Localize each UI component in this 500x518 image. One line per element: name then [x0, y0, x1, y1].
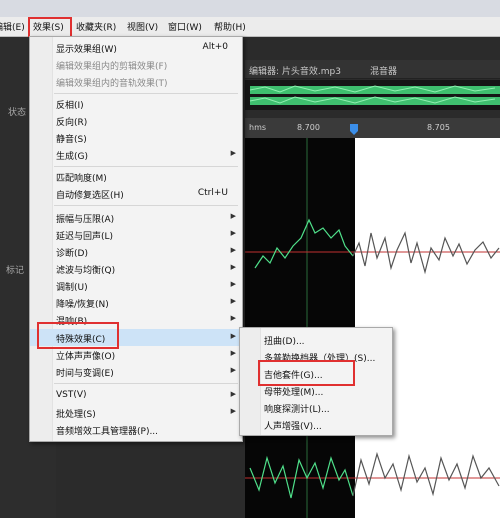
markers-label: 标记: [6, 266, 25, 276]
menu-help[interactable]: 帮助(H): [214, 20, 246, 33]
menu-item-label: 滤波与均衡(Q): [56, 266, 116, 276]
guitar-suite-highlight: [258, 360, 355, 386]
submenu-arrow-icon: ▶: [230, 407, 236, 415]
menu-item-label: 显示效果组(W): [56, 45, 117, 55]
special-effects-highlight: [37, 322, 119, 349]
menu-item-label: 反向(R): [56, 118, 88, 128]
menu-item-time-pitch[interactable]: 时间与变调(E) ▶: [30, 363, 242, 380]
menu-item-edit-track-effects: 编辑效果组内的音轨效果(T): [30, 73, 242, 90]
menu-item-show-effects-rack[interactable]: 显示效果组(W) Alt+0: [30, 39, 242, 56]
menu-item-label: 降噪/恢复(N): [56, 300, 109, 310]
menu-item-label: 响度探测计(L)...: [264, 405, 330, 415]
menu-bar: 编辑(E) 效果(S) 收藏夹(R) 视图(V) 窗口(W) 帮助(H): [0, 17, 500, 37]
submenu-arrow-icon: ▶: [230, 349, 236, 357]
menu-item-noise-reduction[interactable]: 降噪/恢复(N) ▶: [30, 294, 242, 311]
menu-item-label: 生成(G): [56, 152, 88, 162]
submenu-arrow-icon: ▶: [230, 280, 236, 288]
menu-item-batch[interactable]: 批处理(S) ▶: [30, 404, 242, 421]
menu-item-label: 反相(I): [56, 101, 84, 111]
menu-item-filter-eq[interactable]: 滤波与均衡(Q) ▶: [30, 260, 242, 277]
overview-waveform[interactable]: [245, 80, 500, 110]
menu-item-label: 匹配响度(M): [56, 174, 107, 184]
submenu-arrow-icon: ▶: [230, 390, 236, 398]
submenu-arrow-icon: ▶: [230, 297, 236, 305]
menu-item-label: 调制(U): [56, 283, 88, 293]
window-top-strip: [0, 0, 500, 18]
menu-item-label: 音频增效工具管理器(P)...: [56, 427, 159, 437]
submenu-arrow-icon: ▶: [230, 332, 236, 340]
menu-item-generate[interactable]: 生成(G) ▶: [30, 146, 242, 163]
menu-item-auto-heal[interactable]: 自动修复选区(H) Ctrl+U: [30, 185, 242, 202]
menu-item-label: 时间与变调(E): [56, 369, 114, 379]
menu-item-edit-clip-effects: 编辑效果组内的剪辑效果(F): [30, 56, 242, 73]
menu-window[interactable]: 窗口(W): [168, 20, 202, 33]
menu-view[interactable]: 视图(V): [127, 20, 158, 33]
overview-waveform-graphic: [249, 85, 500, 105]
menu-item-label: 批处理(S): [56, 410, 96, 420]
menu-item-label: 人声增强(V)...: [264, 422, 322, 432]
menu-item-match-loudness[interactable]: 匹配响度(M): [30, 168, 242, 185]
menu-item-plugin-manager[interactable]: 音频增效工具管理器(P)...: [30, 421, 242, 438]
menu-item-label: 振幅与压限(A): [56, 215, 115, 225]
menu-item-label: 立体声声像(O): [56, 352, 116, 362]
menu-item-label: 母带处理(M)...: [264, 388, 324, 398]
menu-item-label: VST(V): [56, 390, 87, 400]
menu-item-modulation[interactable]: 调制(U) ▶: [30, 277, 242, 294]
menu-item-amplitude[interactable]: 振幅与压限(A) ▶: [30, 209, 242, 226]
mixer-tab[interactable]: 混音器: [370, 64, 397, 77]
playhead-icon[interactable]: [245, 118, 500, 138]
submenu-arrow-icon: ▶: [230, 229, 236, 237]
menu-separator: [54, 93, 238, 94]
submenu-arrow-icon: ▶: [230, 314, 236, 322]
menu-item-label: 编辑效果组内的音轨效果(T): [56, 79, 168, 89]
submenu-arrow-icon: ▶: [230, 263, 236, 271]
submenu-item-vocal-enhancer[interactable]: 人声增强(V)...: [240, 416, 392, 433]
menu-edit[interactable]: 编辑(E): [0, 20, 25, 33]
menu-item-label: 自动修复选区(H): [56, 191, 124, 201]
menu-separator: [54, 166, 238, 167]
menu-item-label: 编辑效果组内的剪辑效果(F): [56, 62, 168, 72]
editor-tab[interactable]: 编辑器: 片头音效.mp3: [249, 64, 341, 77]
submenu-arrow-icon: ▶: [230, 149, 236, 157]
time-ruler[interactable]: hms 8.700 8.705: [245, 118, 500, 139]
menu-separator: [54, 383, 238, 384]
editor-header: 编辑器: 片头音效.mp3 混音器: [245, 60, 500, 79]
menu-item-delay-echo[interactable]: 延迟与回声(L) ▶: [30, 226, 242, 243]
menu-item-vst[interactable]: VST(V) ▶: [30, 387, 242, 404]
submenu-arrow-icon: ▶: [230, 366, 236, 374]
menu-item-shortcut: Alt+0: [202, 42, 228, 52]
menu-item-label: 延迟与回声(L): [56, 232, 114, 242]
submenu-item-loudness-radar[interactable]: 响度探测计(L)...: [240, 399, 392, 416]
menu-item-label: 扭曲(D)...: [264, 337, 305, 347]
status-label: 状态: [8, 108, 27, 118]
menu-separator: [54, 205, 238, 206]
menu-item-reverse[interactable]: 反向(R): [30, 112, 242, 129]
submenu-item-distortion[interactable]: 扭曲(D)...: [240, 331, 392, 348]
submenu-arrow-icon: ▶: [230, 246, 236, 254]
effects-dropdown-menu: 显示效果组(W) Alt+0 编辑效果组内的剪辑效果(F) 编辑效果组内的音轨效…: [29, 36, 243, 442]
submenu-arrow-icon: ▶: [230, 212, 236, 220]
menu-item-shortcut: Ctrl+U: [197, 188, 228, 198]
menu-item-label: 静音(S): [56, 135, 87, 145]
menu-item-label: 诊断(D): [56, 249, 88, 259]
menu-item-silence[interactable]: 静音(S): [30, 129, 242, 146]
menu-item-invert[interactable]: 反相(I): [30, 95, 242, 112]
menu-item-diagnostics[interactable]: 诊断(D) ▶: [30, 243, 242, 260]
menu-favorites[interactable]: 收藏夹(R): [76, 20, 116, 33]
